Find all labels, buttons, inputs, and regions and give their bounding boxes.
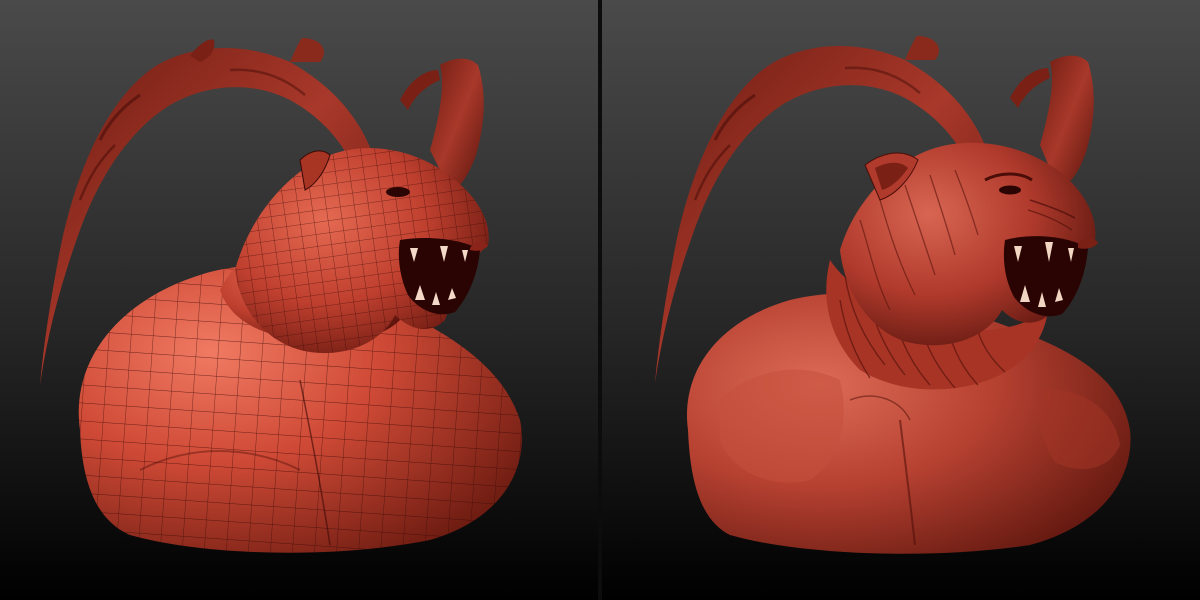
sculpted-panel: [600, 0, 1200, 600]
wireframe-panel: [0, 0, 600, 600]
wireframe-bust-render: [0, 0, 600, 600]
panel-divider: [598, 0, 602, 600]
eye: [386, 187, 410, 197]
sculpted-bust-render: [600, 0, 1200, 600]
render-comparison: [0, 0, 1200, 600]
left-shoulder: [720, 369, 844, 483]
eye: [999, 185, 1021, 195]
